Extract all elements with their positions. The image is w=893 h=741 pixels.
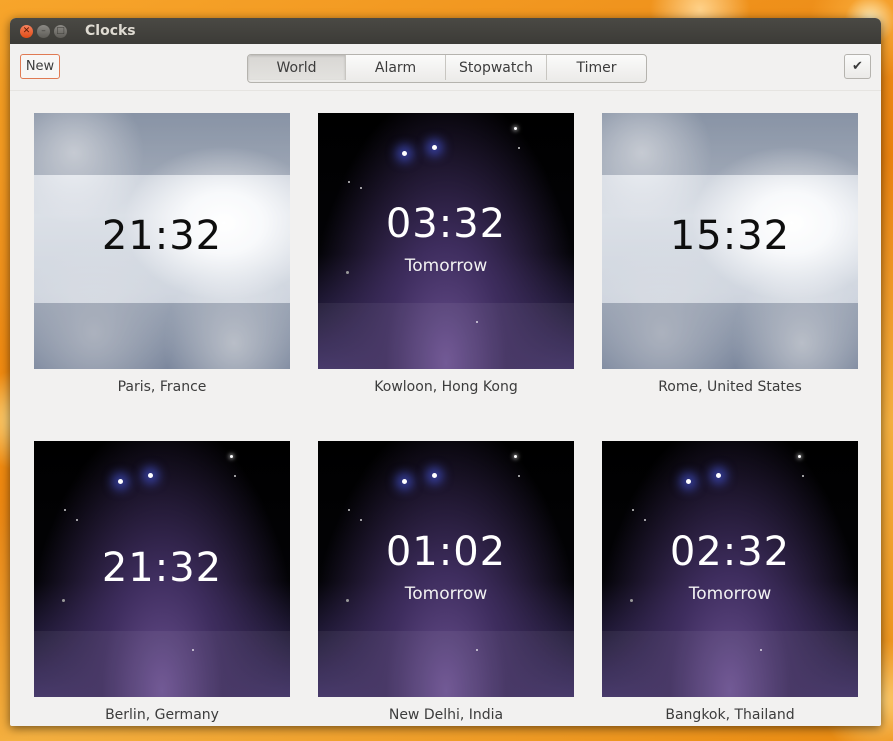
clock-location: Bangkok, Thailand	[665, 707, 795, 723]
clock-face: 21:32	[34, 113, 290, 369]
select-button[interactable]: ✔	[844, 54, 871, 79]
minimize-window-button[interactable]: –	[37, 24, 50, 38]
toolbar: New World Alarm Stopwatch Timer ✔	[10, 44, 881, 91]
view-switcher: World Alarm Stopwatch Timer	[247, 54, 647, 83]
clock-location: Berlin, Germany	[105, 707, 219, 723]
clock-time: 21:32	[101, 213, 223, 259]
clock-location: Paris, France	[117, 379, 207, 395]
clock-tile-kowloon[interactable]: 03:32 Tomorrow Kowloon, Hong Kong	[318, 113, 574, 395]
clock-tile-berlin[interactable]: 21:32 Berlin, Germany	[34, 441, 290, 723]
new-button[interactable]: New	[20, 54, 60, 79]
minimize-icon: –	[41, 25, 46, 36]
clock-location: Rome, United States	[658, 379, 802, 395]
clock-face: 01:02 Tomorrow	[318, 441, 574, 697]
clock-day: Tomorrow	[404, 256, 488, 276]
clock-face: 15:32	[602, 113, 858, 369]
tab-timer[interactable]: Timer	[547, 55, 646, 80]
tab-alarm[interactable]: Alarm	[346, 55, 446, 80]
clock-face: 03:32 Tomorrow	[318, 113, 574, 369]
title-bar: ✕ – □ Clocks	[10, 18, 881, 44]
checkmark-icon: ✔	[852, 59, 863, 74]
clock-day: Tomorrow	[404, 584, 488, 604]
clock-time: 15:32	[669, 213, 791, 259]
clock-tile-paris[interactable]: 21:32 Paris, France	[34, 113, 290, 395]
clock-face: 21:32	[34, 441, 290, 697]
clock-time: 03:32	[385, 201, 507, 247]
close-icon: ✕	[22, 25, 31, 36]
maximize-icon: □	[56, 25, 65, 36]
window-title: Clocks	[85, 23, 136, 39]
clock-time: 02:32	[669, 529, 791, 575]
clocks-window: ✕ – □ Clocks New World Alarm Stopwatch T…	[10, 18, 881, 726]
world-clocks-grid: 21:32 Paris, France 03:32 Tomorrow Kowlo…	[34, 113, 858, 723]
tab-world[interactable]: World	[248, 55, 346, 80]
clock-time: 21:32	[101, 545, 223, 591]
clock-face: 02:32 Tomorrow	[602, 441, 858, 697]
clock-time: 01:02	[385, 529, 507, 575]
clock-day: Tomorrow	[688, 584, 772, 604]
clock-tile-bangkok[interactable]: 02:32 Tomorrow Bangkok, Thailand	[602, 441, 858, 723]
clock-location: New Delhi, India	[388, 707, 504, 723]
clock-tile-new-delhi[interactable]: 01:02 Tomorrow New Delhi, India	[318, 441, 574, 723]
clock-tile-rome[interactable]: 15:32 Rome, United States	[602, 113, 858, 395]
maximize-window-button[interactable]: □	[54, 24, 67, 38]
clock-location: Kowloon, Hong Kong	[374, 379, 518, 395]
close-window-button[interactable]: ✕	[20, 24, 33, 38]
tab-stopwatch[interactable]: Stopwatch	[446, 55, 547, 80]
